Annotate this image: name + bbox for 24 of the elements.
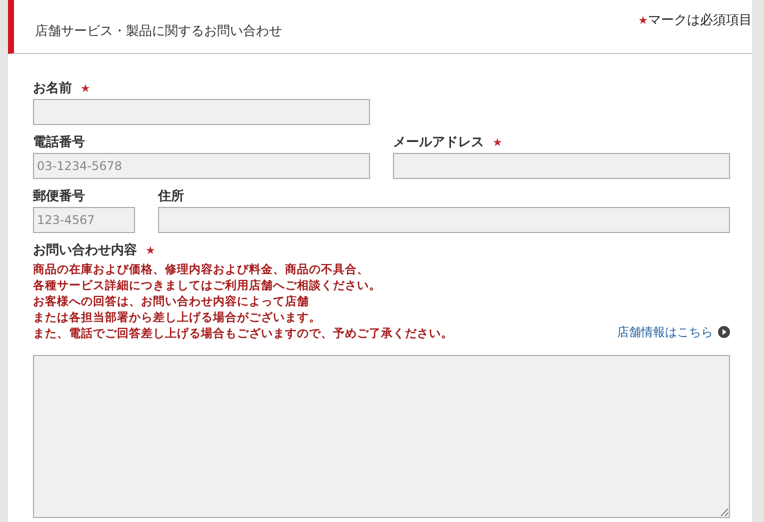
field-label: お問い合わせ内容 bbox=[33, 243, 137, 258]
notice-text: また、電話でご回答差し上げる場合もございますので、予めご了承ください。 bbox=[33, 325, 453, 341]
field-label: 郵便番号 bbox=[33, 189, 85, 204]
required-star-icon: ★ bbox=[492, 136, 502, 149]
notice-text: 各種サービス詳細につきましてはご利用店舗へご相談ください。 bbox=[33, 277, 382, 293]
input-field[interactable]: 123-4567 bbox=[33, 207, 135, 233]
field-label: 電話番号 bbox=[33, 135, 85, 150]
input-field[interactable]: 03-1234-5678 bbox=[33, 153, 370, 179]
field-label: 住所 bbox=[158, 189, 184, 204]
required-note: マークは必須項目 bbox=[648, 13, 752, 28]
required-star-icon: ★ bbox=[638, 14, 648, 27]
arrow-circle-icon bbox=[718, 326, 730, 338]
required-star-icon: ★ bbox=[80, 82, 90, 95]
store-info-link[interactable]: 店舗情報はこちら bbox=[617, 323, 730, 341]
notice-text: 商品の在庫および価格、修理内容および料金、商品の不具合、 bbox=[33, 261, 370, 277]
notice-text: または各担当部署から差し上げる場合がございます。 bbox=[33, 309, 322, 325]
field-label: お名前 bbox=[33, 81, 72, 96]
input-field[interactable] bbox=[158, 207, 730, 233]
notice-text: お客様への回答は、お問い合わせ内容によって店舗 bbox=[33, 293, 310, 309]
required-star-icon: ★ bbox=[146, 244, 156, 257]
input-field[interactable] bbox=[393, 153, 730, 179]
field-label: メールアドレス bbox=[393, 135, 484, 150]
header-title: 店舗サービス・製品に関するお問い合わせ bbox=[35, 24, 282, 39]
input-field[interactable] bbox=[33, 99, 370, 125]
